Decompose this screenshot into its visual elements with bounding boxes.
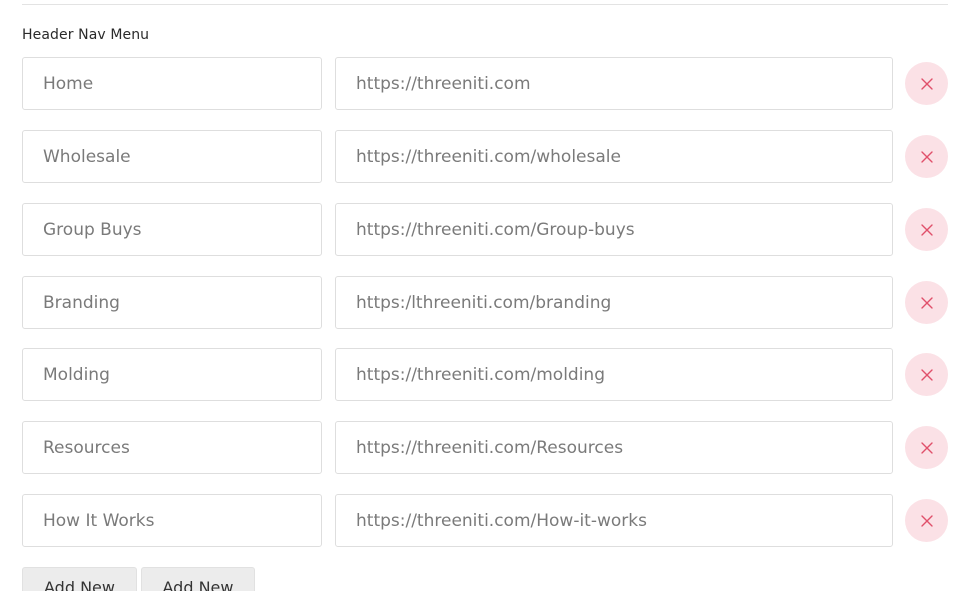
menu-item-url-input[interactable]: https://threeniti.com/Resources xyxy=(335,421,893,474)
remove-item-button[interactable] xyxy=(905,353,948,396)
menu-item-row: Wholesale https://threeniti.com/wholesal… xyxy=(22,130,948,183)
menu-item-url-input[interactable]: https://threeniti.com/molding xyxy=(335,348,893,401)
menu-item-label-input[interactable]: How It Works xyxy=(22,494,322,547)
menu-item-url-input[interactable]: https://threeniti.com/Group-buys xyxy=(335,203,893,256)
section-divider xyxy=(22,4,948,5)
menu-item-label-input[interactable]: Molding xyxy=(22,348,322,401)
menu-item-row: Molding https://threeniti.com/molding xyxy=(22,348,948,401)
close-icon xyxy=(920,514,933,527)
menu-item-label-input[interactable]: Home xyxy=(22,57,322,110)
menu-item-row: Home https://threeniti.com xyxy=(22,57,948,110)
remove-item-button[interactable] xyxy=(905,208,948,251)
close-icon xyxy=(920,150,933,163)
close-icon xyxy=(920,368,933,381)
menu-item-url-input[interactable]: https://threeniti.com xyxy=(335,57,893,110)
menu-item-label-input[interactable]: Wholesale xyxy=(22,130,322,183)
close-icon xyxy=(920,441,933,454)
remove-item-button[interactable] xyxy=(905,135,948,178)
menu-item-row: Branding https:/lthreeniti.com/branding xyxy=(22,276,948,329)
menu-item-row: How It Works https://threeniti.com/How-i… xyxy=(22,494,948,547)
add-new-button-secondary[interactable]: Add New xyxy=(141,567,255,591)
remove-item-button[interactable] xyxy=(905,62,948,105)
remove-item-button[interactable] xyxy=(905,426,948,469)
add-new-button[interactable]: Add New xyxy=(22,567,137,591)
menu-item-label-input[interactable]: Resources xyxy=(22,421,322,474)
close-icon xyxy=(920,77,933,90)
menu-item-label-input[interactable]: Branding xyxy=(22,276,322,329)
menu-item-row: Resources https://threeniti.com/Resource… xyxy=(22,421,948,474)
menu-item-label-input[interactable]: Group Buys xyxy=(22,203,322,256)
section-title: Header Nav Menu xyxy=(22,27,150,43)
close-icon xyxy=(920,296,933,309)
menu-item-url-input[interactable]: https://threeniti.com/wholesale xyxy=(335,130,893,183)
menu-item-row: Group Buys https://threeniti.com/Group-b… xyxy=(22,203,948,256)
nav-menu-editor: Header Nav Menu Home https://threeniti.c… xyxy=(0,0,963,591)
menu-item-url-input[interactable]: https:/lthreeniti.com/branding xyxy=(335,276,893,329)
menu-item-url-input[interactable]: https://threeniti.com/How-it-works xyxy=(335,494,893,547)
remove-item-button[interactable] xyxy=(905,499,948,542)
remove-item-button[interactable] xyxy=(905,281,948,324)
close-icon xyxy=(920,223,933,236)
